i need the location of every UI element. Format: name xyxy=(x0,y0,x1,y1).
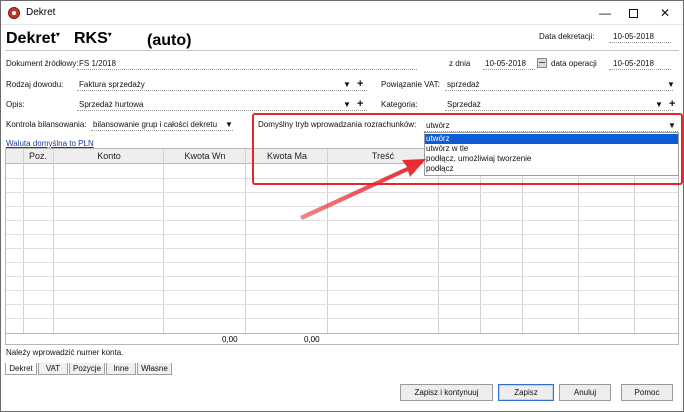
doc-type-selector[interactable]: Dekret▾ xyxy=(6,30,60,48)
balance-control-label: Kontrola bilansowania: xyxy=(6,120,87,129)
proof-kind-underline xyxy=(77,90,367,91)
table-row xyxy=(6,206,678,207)
status-message: Należy wprowadzić numer konta. xyxy=(6,348,124,357)
chevron-down-icon: ▾ xyxy=(55,30,60,39)
add-proof-kind-icon[interactable]: + xyxy=(357,79,363,90)
register-label: RKS xyxy=(74,30,108,47)
date-underline xyxy=(483,69,535,70)
chevron-down-icon[interactable]: ▼ xyxy=(343,100,351,109)
col-header-content[interactable]: Treść xyxy=(328,151,438,161)
category-underline xyxy=(445,110,673,111)
save-button[interactable]: Zapisz xyxy=(498,384,554,401)
maximize-button[interactable] xyxy=(619,4,647,22)
auto-number-label: (auto) xyxy=(147,32,192,49)
add-category-icon[interactable]: + xyxy=(669,99,675,110)
currency-link[interactable]: Waluta domyślna to PLN xyxy=(6,139,94,148)
table-row xyxy=(6,290,678,291)
chevron-down-icon: ▾ xyxy=(107,30,112,39)
date-label: z dnia xyxy=(449,59,471,68)
table-row xyxy=(6,276,678,277)
category-label: Kategoria: xyxy=(381,100,418,109)
dropdown-option[interactable]: podłącz, umożliwiaj tworzenie xyxy=(425,154,678,164)
operation-date-underline xyxy=(609,69,671,70)
table-row xyxy=(6,304,678,305)
close-button[interactable]: ✕ xyxy=(651,4,679,22)
col-header-pos[interactable]: Poz. xyxy=(23,151,53,161)
sum-row: 0,00 0,00 xyxy=(6,333,678,344)
dropdown-option[interactable]: utwórz w tle xyxy=(425,144,678,154)
table-row xyxy=(6,234,678,235)
decree-date-field[interactable]: 10-05-2018 xyxy=(613,32,654,41)
proof-kind-select[interactable]: Faktura sprzedaży xyxy=(79,80,145,89)
cancel-button[interactable]: Anuluj xyxy=(559,384,611,401)
description-field[interactable]: Sprzedaż hurtowa xyxy=(79,100,143,109)
source-doc-underline xyxy=(77,69,417,70)
tab-dekret[interactable]: Dekret xyxy=(5,363,37,375)
balance-control-underline xyxy=(91,130,233,131)
chevron-down-icon[interactable]: ▼ xyxy=(655,100,663,109)
settlement-mode-label: Domyślny tryb wprowadzania rozrachunków: xyxy=(258,120,417,129)
table-row xyxy=(6,248,678,249)
app-icon xyxy=(8,7,20,19)
dropdown-option[interactable]: podłącz xyxy=(425,164,678,174)
col-header-debit[interactable]: Kwota Wn xyxy=(164,151,246,161)
sum-debit: 0,00 xyxy=(222,335,238,344)
chevron-down-icon[interactable]: ▼ xyxy=(343,80,351,89)
settlement-mode-select[interactable]: utwórz xyxy=(426,121,450,130)
source-doc-field[interactable]: FS 1/2018 xyxy=(79,59,116,68)
proof-kind-label: Rodzaj dowodu: xyxy=(6,80,64,89)
maximize-icon xyxy=(628,9,638,19)
decree-date-label: Data dekretacji: xyxy=(539,32,595,41)
dekret-window: Dekret — ✕ Dekret▾ RKS▾ (auto) Data dekr… xyxy=(0,0,684,412)
table-row xyxy=(6,192,678,193)
balance-control-select[interactable]: bilansowanie grup i całości dekretu xyxy=(93,120,217,129)
description-underline xyxy=(77,110,367,111)
entries-grid[interactable]: Poz. Konto Kwota Wn Kwota Ma Treść 0,00 … xyxy=(5,148,679,345)
tab-vat[interactable]: VAT xyxy=(38,363,68,375)
chevron-down-icon[interactable]: ▼ xyxy=(225,120,233,129)
col-header-credit[interactable]: Kwota Ma xyxy=(246,151,328,161)
vat-link-select[interactable]: sprzedaż xyxy=(447,80,479,89)
calendar-icon[interactable] xyxy=(537,58,547,68)
vat-link-underline xyxy=(445,90,673,91)
col-header-account[interactable]: Konto xyxy=(54,151,164,161)
minimize-button[interactable]: — xyxy=(591,4,619,22)
source-doc-label: Dokument źródłowy: xyxy=(6,59,79,68)
table-row xyxy=(6,262,678,263)
save-and-continue-button[interactable]: Zapisz i kontynuuj xyxy=(400,384,493,401)
dropdown-option[interactable]: utwórz xyxy=(425,134,678,144)
sum-credit: 0,00 xyxy=(304,335,320,344)
header-divider xyxy=(5,50,679,51)
category-select[interactable]: Sprzedaż xyxy=(447,100,481,109)
description-label: Opis: xyxy=(6,100,25,109)
window-title: Dekret xyxy=(26,7,56,18)
table-row xyxy=(6,318,678,319)
vat-link-label: Powiązanie VAT: xyxy=(381,80,440,89)
help-button[interactable]: Pomoc xyxy=(621,384,673,401)
decree-date-underline xyxy=(609,42,671,43)
table-row xyxy=(6,178,678,179)
register-selector[interactable]: RKS▾ xyxy=(74,30,112,48)
tab-positions[interactable]: Pozycje xyxy=(69,363,105,375)
tab-custom[interactable]: Własne xyxy=(137,363,172,375)
doc-type-label: Dekret xyxy=(6,30,56,47)
title-bar: Dekret — ✕ xyxy=(1,1,683,25)
chevron-down-icon[interactable]: ▼ xyxy=(667,80,675,89)
operation-date-field[interactable]: 10-05-2018 xyxy=(613,59,654,68)
table-row xyxy=(6,220,678,221)
date-field[interactable]: 10-05-2018 xyxy=(485,59,526,68)
chevron-down-icon[interactable]: ▼ xyxy=(668,121,676,130)
tab-other[interactable]: Inne xyxy=(106,363,136,375)
add-description-icon[interactable]: + xyxy=(357,99,363,110)
settlement-mode-dropdown[interactable]: utwórz utwórz w tle podłącz, umożliwiaj … xyxy=(424,132,679,176)
operation-date-label: data operacji xyxy=(551,59,597,68)
